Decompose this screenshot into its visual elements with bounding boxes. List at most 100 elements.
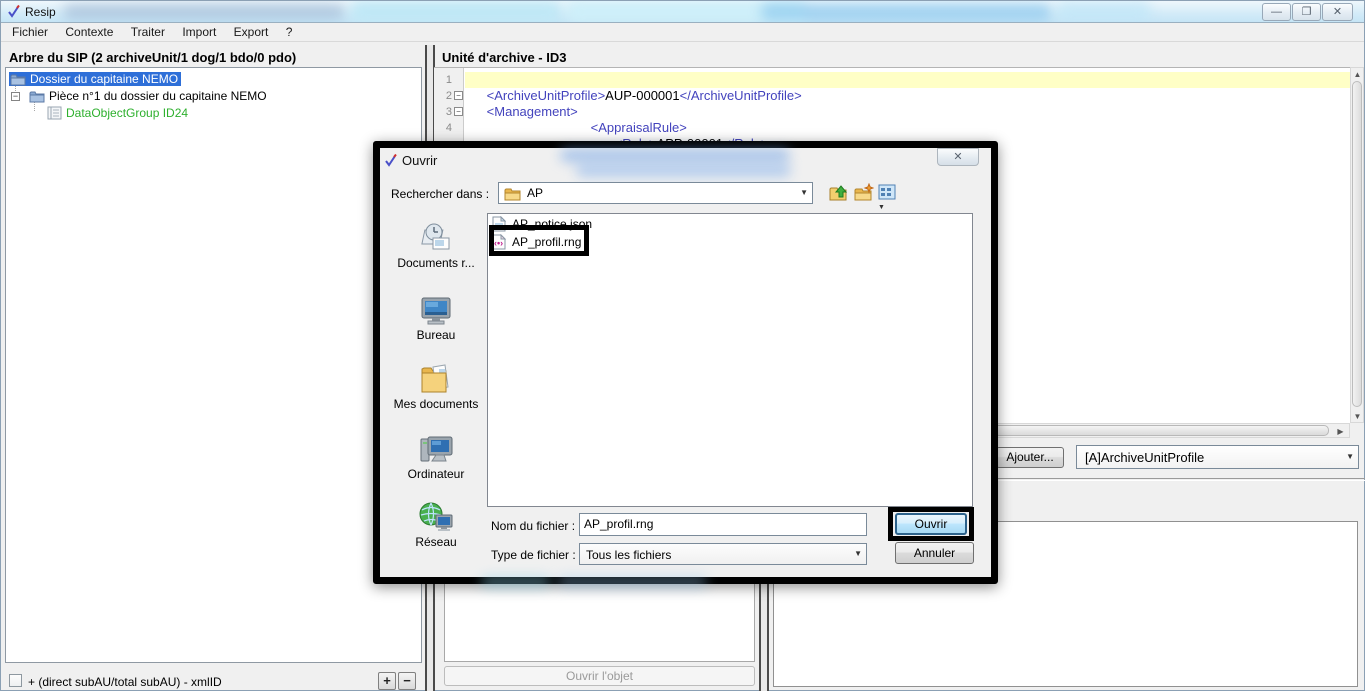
close-button[interactable]: ✕: [1322, 3, 1353, 21]
menu-help[interactable]: ?: [279, 23, 300, 42]
expand-tree-button[interactable]: +: [378, 672, 396, 690]
computer-icon: [418, 433, 454, 465]
resip-logo-icon: [7, 4, 21, 18]
scroll-right-icon[interactable]: ▶: [1336, 427, 1345, 436]
scroll-down-icon[interactable]: ▼: [1353, 412, 1362, 421]
menu-fichier[interactable]: Fichier: [5, 23, 55, 42]
menu-contexte[interactable]: Contexte: [58, 23, 120, 42]
file-name-label: Nom du fichier :: [491, 519, 575, 533]
ajouter-button-label: Ajouter...: [1006, 450, 1053, 464]
fold-toggle-icon[interactable]: −: [454, 91, 463, 100]
titlebar-blur-redaction: [1056, 1, 1151, 21]
annotation-highlight-open-button: [888, 507, 974, 541]
ouvrir-objet-button[interactable]: Ouvrir l'objet: [444, 666, 755, 686]
ajouter-button[interactable]: Ajouter...: [996, 447, 1064, 468]
tree-selection: Dossier du capitaine NEMO: [9, 72, 181, 86]
place-label: Mes documents: [389, 397, 483, 411]
resip-window: Resip — ❐ ✕ Fichier Contexte Traiter Imp…: [0, 0, 1365, 691]
scroll-up-icon[interactable]: ▲: [1353, 70, 1362, 79]
resip-logo-icon: [384, 153, 398, 167]
titlebar-blur-redaction: [761, 3, 1051, 21]
folder-icon: [10, 73, 26, 86]
minus-icon: −: [403, 673, 411, 688]
editor-vertical-scrollbar[interactable]: ▲ ▼: [1350, 67, 1364, 423]
desktop-icon: [419, 296, 453, 326]
window-title: Resip: [25, 5, 56, 19]
restore-button[interactable]: ❐: [1292, 3, 1321, 21]
close-icon: ✕: [1333, 6, 1342, 18]
metadata-type-select[interactable]: [A]ArchiveUnitProfile ▼: [1076, 445, 1359, 469]
window-titlebar: Resip — ❐ ✕: [1, 1, 1364, 23]
collapse-tree-button[interactable]: −: [398, 672, 416, 690]
look-in-label: Rechercher dans :: [391, 187, 489, 201]
tree-row-dataobjectgroup[interactable]: DataObjectGroup ID24: [47, 105, 188, 121]
file-type-label: Type de fichier :: [491, 548, 576, 562]
new-folder-button[interactable]: [854, 183, 874, 203]
plus-icon: +: [383, 673, 391, 688]
tree-row-dossier-nemo[interactable]: Dossier du capitaine NEMO: [9, 71, 181, 87]
subau-checkbox-label: + (direct subAU/total subAU) - xmlID: [28, 675, 222, 689]
place-recent-documents[interactable]: Documents r...: [389, 220, 483, 270]
place-mes-documents[interactable]: Mes documents: [389, 363, 483, 411]
minimize-icon: —: [1271, 6, 1282, 18]
file-list-box[interactable]: AP_notice.json ‹•› AP_profil.rng: [487, 213, 973, 507]
place-reseau[interactable]: Réseau: [389, 501, 483, 549]
menu-import[interactable]: Import: [175, 23, 223, 42]
blur-redaction: [481, 576, 551, 588]
folder-icon: [504, 187, 521, 201]
view-menu-button[interactable]: ▼: [878, 183, 906, 203]
xml-line-2: <Management>: [465, 88, 1350, 104]
file-name-input[interactable]: AP_profil.rng: [579, 513, 867, 536]
subau-checkbox[interactable]: [9, 674, 22, 687]
recent-documents-icon: [419, 220, 453, 254]
look-in-select[interactable]: AP ▼: [498, 182, 813, 204]
titlebar-blur-redaction: [351, 1, 561, 23]
open-file-dialog: Ouvrir ✕ Rechercher dans : AP ▼: [373, 141, 998, 584]
chevron-down-icon: ▼: [878, 204, 885, 211]
place-ordinateur[interactable]: Ordinateur: [389, 433, 483, 481]
metadata-type-value: [A]ArchiveUnitProfile: [1085, 450, 1204, 465]
blur-redaction: [557, 576, 707, 588]
chevron-down-icon: ▼: [800, 188, 808, 197]
file-type-select[interactable]: Tous les fichiers ▼: [579, 543, 867, 565]
line-number: 2: [436, 88, 452, 104]
chevron-down-icon: ▼: [854, 549, 862, 558]
sip-tree-header: Arbre du SIP (2 archiveUnit/1 dog/1 bdo/…: [9, 50, 296, 65]
folder-icon: [29, 90, 45, 103]
dialog-cancel-label: Annuler: [914, 546, 955, 560]
network-icon: [418, 501, 454, 533]
look-in-value: AP: [527, 186, 543, 200]
tree-item-label: Dossier du capitaine NEMO: [30, 72, 178, 86]
tree-item-label: DataObjectGroup ID24: [66, 106, 188, 120]
menu-traiter[interactable]: Traiter: [124, 23, 172, 42]
menu-export[interactable]: Export: [227, 23, 276, 42]
line-number: 4: [436, 120, 452, 136]
documents-folder-icon: [419, 363, 453, 395]
close-icon: ✕: [953, 151, 962, 163]
minimize-button[interactable]: —: [1262, 3, 1291, 21]
xml-line-3: <AppraisalRule>: [465, 104, 1350, 120]
place-label: Bureau: [389, 328, 483, 342]
file-name-value: AP_profil.rng: [584, 517, 653, 531]
vertical-scroll-thumb[interactable]: [1352, 81, 1362, 407]
fold-toggle-icon[interactable]: −: [454, 107, 463, 116]
place-label: Réseau: [389, 535, 483, 549]
up-one-level-button[interactable]: [828, 183, 848, 203]
dialog-close-button[interactable]: ✕: [937, 148, 979, 166]
dialog-cancel-button[interactable]: Annuler: [895, 542, 974, 564]
place-bureau[interactable]: Bureau: [389, 296, 483, 342]
archive-unit-header: Unité d'archive - ID3: [442, 50, 566, 65]
dataobjectgroup-icon: [47, 106, 62, 120]
restore-icon: ❐: [1302, 6, 1312, 18]
collapse-expander-icon[interactable]: −: [11, 92, 20, 101]
titlebar-blur-redaction: [63, 4, 345, 19]
place-label: Ordinateur: [389, 467, 483, 481]
tree-row-piece-1[interactable]: − Pièce n°1 du dossier du capitaine NEMO: [11, 88, 267, 104]
menu-bar: Fichier Contexte Traiter Import Export ?: [1, 23, 1364, 42]
line-number: 1: [436, 72, 452, 88]
sip-tree-box: [5, 67, 422, 663]
xml-line-1: <ArchiveUnitProfile>AUP-000001</ArchiveU…: [465, 72, 1350, 88]
dialog-blur-redaction: [560, 149, 790, 162]
annotation-highlight-file: [489, 225, 589, 256]
place-label: Documents r...: [389, 256, 483, 270]
